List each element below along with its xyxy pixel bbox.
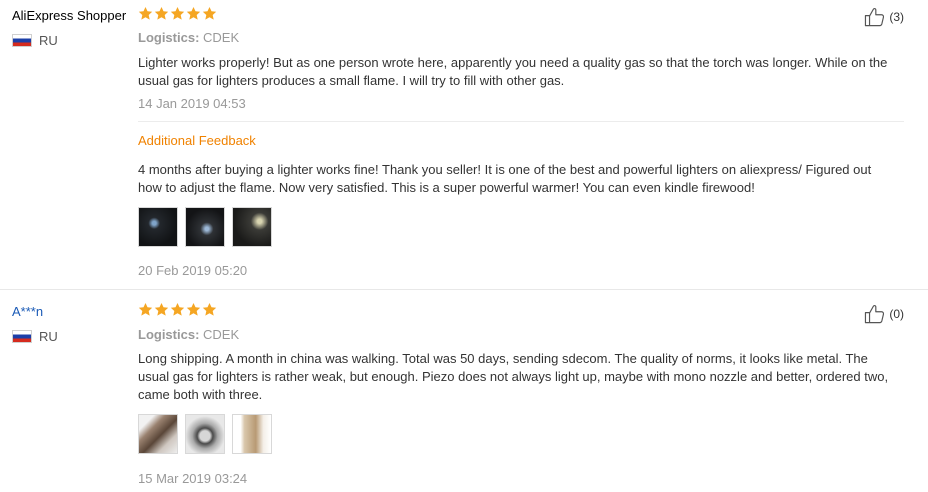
russia-flag-icon (12, 34, 32, 47)
star-icon (138, 302, 153, 317)
review-text: Long shipping. A month in china was walk… (138, 351, 889, 402)
thumbs-up-icon (864, 7, 886, 27)
star-icon (138, 6, 153, 21)
review-photo[interactable] (185, 414, 225, 454)
thumbs-up-icon (864, 304, 886, 324)
review-photo[interactable] (232, 414, 272, 454)
reviewer-name[interactable]: A***n (12, 304, 137, 319)
helpful-button[interactable]: (0) (864, 304, 904, 324)
review-item: A***n RU Logistics: CDEK Long shipping. … (0, 296, 928, 492)
helpful-button[interactable]: (3) (864, 7, 904, 27)
star-icon (154, 6, 169, 21)
star-icon (170, 302, 185, 317)
star-icon (170, 6, 185, 21)
country-code: RU (39, 329, 58, 344)
reviewer-country: RU (12, 329, 137, 344)
logistics-value: CDEK (203, 30, 240, 45)
logistics-label: Logistics: (138, 327, 200, 342)
reviewer-country: RU (12, 33, 137, 48)
star-icon (154, 302, 169, 317)
star-icon (202, 6, 217, 21)
logistics-info: Logistics: CDEK (138, 327, 239, 342)
review-text: Lighter works properly! But as one perso… (138, 55, 888, 88)
review-date: 14 Jan 2019 04:53 (138, 96, 246, 111)
review-photo[interactable] (232, 207, 272, 247)
reviewer-info: AliExpress Shopper RU (12, 8, 137, 48)
helpful-count: (3) (889, 10, 904, 24)
additional-feedback-date: 20 Feb 2019 05:20 (138, 263, 248, 278)
review-photo[interactable] (138, 207, 178, 247)
logistics-value: CDEK (203, 327, 240, 342)
helpful-count: (0) (889, 307, 904, 321)
photo-gallery (138, 414, 272, 454)
additional-feedback-text: 4 months after buying a lighter works fi… (138, 162, 872, 195)
divider (138, 121, 904, 122)
star-rating (138, 6, 217, 21)
star-rating (138, 302, 217, 317)
review-date: 15 Mar 2019 03:24 (138, 471, 248, 486)
country-code: RU (39, 33, 58, 48)
reviewer-name: AliExpress Shopper (12, 8, 127, 23)
star-icon (186, 302, 201, 317)
review-item: AliExpress Shopper RU Logistics: CDEK Li… (0, 0, 928, 290)
star-icon (202, 302, 217, 317)
logistics-label: Logistics: (138, 30, 200, 45)
review-photo[interactable] (185, 207, 225, 247)
additional-feedback-label: Additional Feedback (138, 133, 256, 148)
logistics-info: Logistics: CDEK (138, 30, 239, 45)
review-photo[interactable] (138, 414, 178, 454)
reviewer-info: A***n RU (12, 304, 137, 344)
star-icon (186, 6, 201, 21)
russia-flag-icon (12, 330, 32, 343)
photo-gallery (138, 207, 272, 247)
